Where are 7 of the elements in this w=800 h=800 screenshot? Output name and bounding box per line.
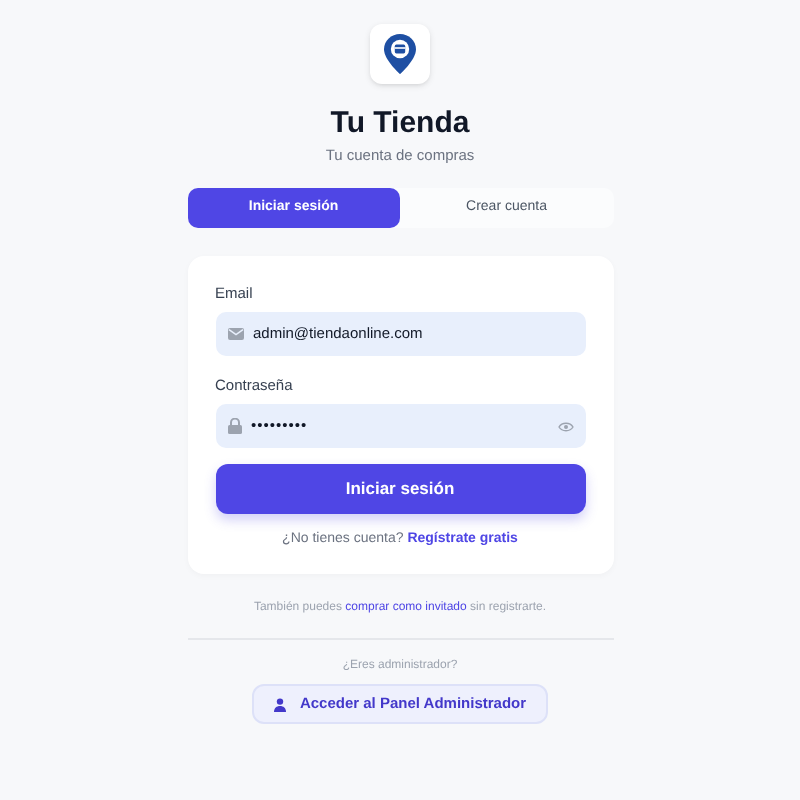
app-title: Tu Tienda — [330, 104, 470, 144]
lock-icon — [227, 418, 241, 434]
user-icon — [273, 697, 286, 711]
map-pin-icon — [384, 34, 416, 74]
login-button[interactable]: Iniciar sesión — [215, 464, 585, 514]
envelope-icon — [227, 328, 243, 340]
eye-icon[interactable] — [557, 421, 573, 431]
